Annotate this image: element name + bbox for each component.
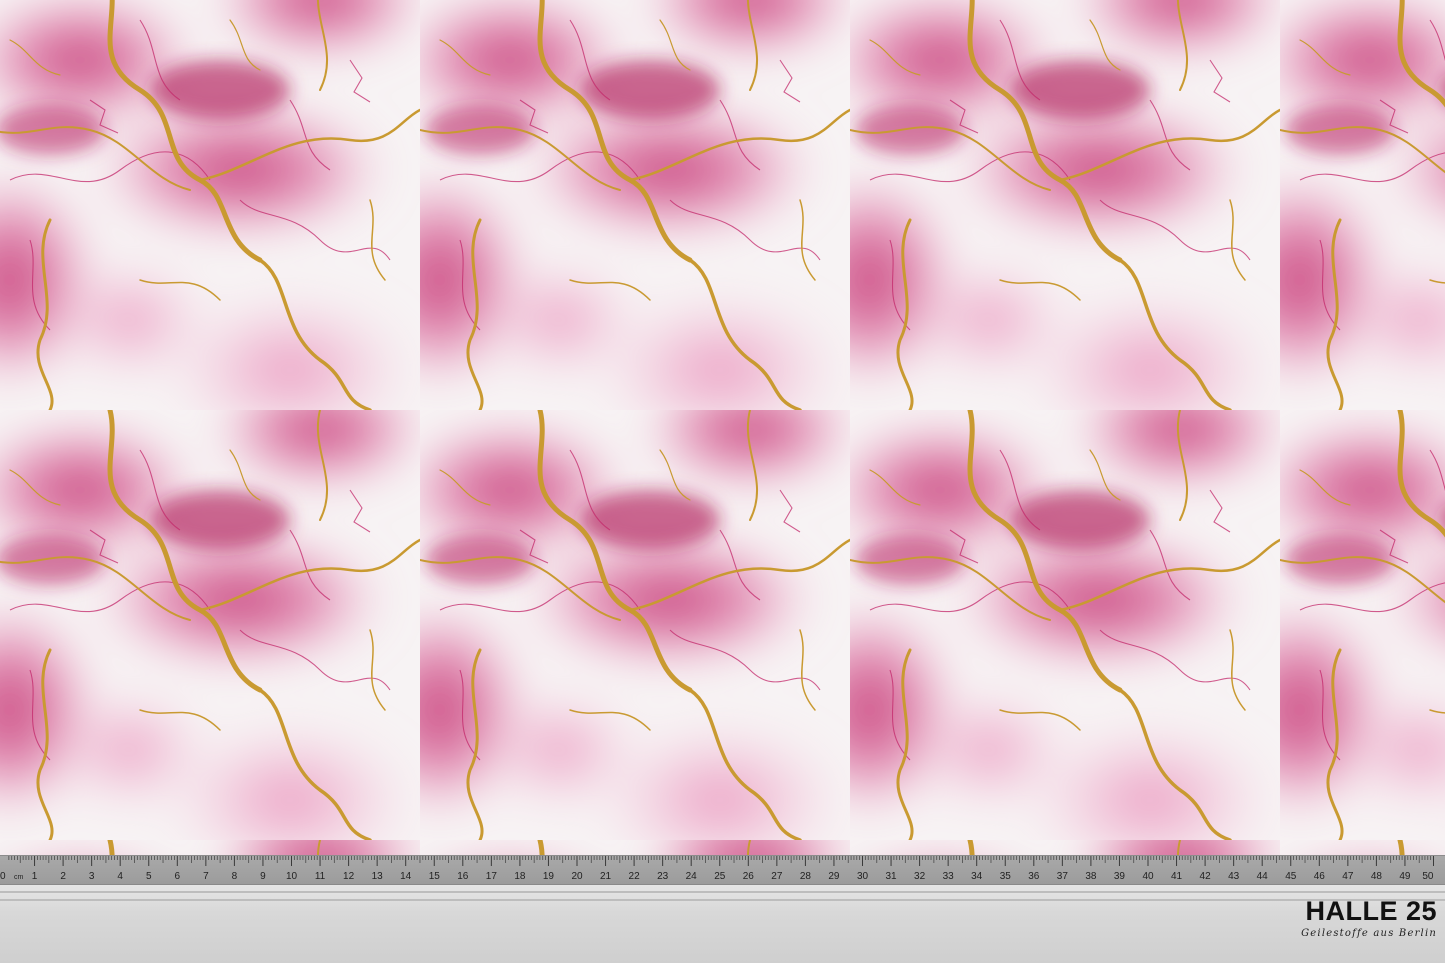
- bottom-strip: [0, 885, 1445, 963]
- ruler-label: 19: [543, 871, 555, 882]
- ruler-label: 43: [1228, 871, 1240, 882]
- ruler-label: 4: [117, 871, 123, 882]
- ruler-label: 33: [943, 871, 955, 882]
- ruler-label: 25: [714, 871, 726, 882]
- ruler-label: 44: [1257, 871, 1269, 882]
- ruler-label: 29: [828, 871, 840, 882]
- ruler-label: 22: [629, 871, 641, 882]
- ruler-label: 23: [657, 871, 669, 882]
- ruler-label: 28: [800, 871, 812, 882]
- ruler-label: 2: [60, 871, 66, 882]
- ruler-unit-label: cm: [14, 874, 24, 881]
- ruler-label: 42: [1200, 871, 1212, 882]
- ruler-label: 20: [571, 871, 583, 882]
- ruler-label: 47: [1342, 871, 1354, 882]
- ruler-label: 50: [1422, 871, 1434, 882]
- ruler-label: 11: [315, 871, 326, 882]
- ruler-label: 5: [146, 871, 152, 882]
- ruler-label: 35: [1000, 871, 1012, 882]
- ruler-label: 49: [1399, 871, 1411, 882]
- ruler-label: 21: [600, 871, 612, 882]
- ruler-label: 15: [429, 871, 441, 882]
- ruler-label: 18: [514, 871, 526, 882]
- ruler-label: 31: [885, 871, 897, 882]
- ruler-label: 39: [1114, 871, 1126, 882]
- ruler-label: 26: [743, 871, 755, 882]
- ruler-label: 9: [260, 871, 266, 882]
- ruler-label: 10: [286, 871, 298, 882]
- ruler-label: 14: [400, 871, 412, 882]
- ruler-label: 37: [1057, 871, 1069, 882]
- ruler-label: 3: [89, 871, 95, 882]
- ruler-label: 17: [486, 871, 498, 882]
- ruler-label: 24: [686, 871, 698, 882]
- ruler-label: 32: [914, 871, 926, 882]
- ruler-label: 48: [1371, 871, 1383, 882]
- brand-tagline: Geilestoffe aus Berlin: [1301, 928, 1437, 939]
- ruler-label: 41: [1171, 871, 1183, 882]
- marble-fabric-pattern: [0, 0, 1445, 855]
- ruler-label: 45: [1285, 871, 1297, 882]
- ruler-label: 7: [203, 871, 209, 882]
- measuring-ruler: 0 cm 1 2 3 4 5 6 7 8 9 10 11 12 13 14 15 16 17 18 19 20 21 22 23…: [0, 855, 1445, 885]
- ruler-label: 8: [232, 871, 238, 882]
- ruler-label: 36: [1028, 871, 1040, 882]
- ruler-label: 34: [971, 871, 983, 882]
- ruler-label: 12: [343, 871, 355, 882]
- ruler-label: 16: [457, 871, 469, 882]
- ruler-label: 40: [1142, 871, 1154, 882]
- ruler-start-label: 0: [0, 871, 6, 882]
- brand-name: HALLE 25: [1305, 896, 1437, 926]
- ruler-label: 13: [372, 871, 384, 882]
- ruler-label: 6: [175, 871, 181, 882]
- ruler-label: 27: [771, 871, 783, 882]
- ruler-label: 1: [32, 871, 38, 882]
- ruler-scale: 0 cm 1 2 3 4 5 6 7 8 9 10 11 12 13 14 15 16 17 18 19 20 21 22 23…: [0, 856, 1434, 882]
- ruler-label: 30: [857, 871, 869, 882]
- ruler-label: 38: [1085, 871, 1097, 882]
- brand-logo: HALLE 25 Geilestoffe aus Berlin: [1267, 896, 1437, 939]
- ruler-label: 46: [1314, 871, 1326, 882]
